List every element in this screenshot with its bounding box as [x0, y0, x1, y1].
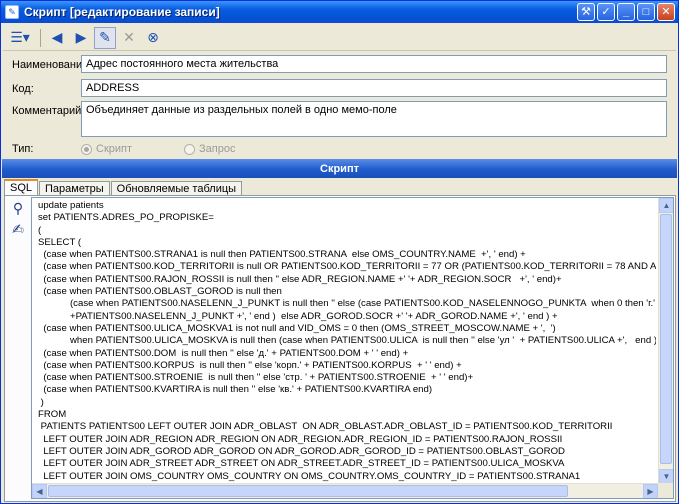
sql-editor[interactable]: update patients set PATIENTS.ADRES_PO_PRO…: [31, 197, 674, 499]
sql-line: +PATIENTS00.NASELENN_J_PUNKT +', ' end )…: [38, 310, 558, 322]
sql-line: LEFT OUTER JOIN ADR_REGION ADR_REGION ON…: [38, 433, 563, 445]
sql-line: LEFT OUTER JOIN OMS_COUNTRY OMS_COUNTRY …: [38, 470, 581, 482]
sql-line: (case when PATIENTS00.STROENIE is null t…: [38, 372, 474, 384]
radio-dot: [81, 143, 92, 155]
title-bar-buttons: ⚒ ✓ _ □ ✕: [577, 3, 675, 21]
type-radio-script[interactable]: Скрипт: [81, 143, 132, 155]
scroll-right-icon[interactable]: ▶: [643, 484, 658, 498]
type-radio-script-label: Скрипт: [96, 143, 133, 155]
sql-line: (case when PATIENTS00.NASELENN_J_PUNKT i…: [38, 298, 656, 310]
type-label: Тип:: [12, 143, 34, 155]
arrow-left-icon[interactable]: ◀: [46, 27, 68, 49]
comment-textarea[interactable]: Объединяет данные из раздельных полей в …: [81, 101, 667, 137]
sql-line: PATIENTS PATIENTS00 LEFT OUTER JOIN ADR_…: [38, 421, 613, 433]
tools-icon[interactable]: ⚒: [577, 3, 595, 21]
radio-dot: [184, 143, 195, 155]
vertical-scrollbar[interactable]: ▲ ▼: [658, 198, 673, 484]
sql-line: when PATIENTS00.ULICA_MOSKVA is null the…: [38, 335, 656, 347]
fields-menu-icon[interactable]: ☰▾: [5, 27, 35, 49]
script-section-header: Скрипт: [2, 159, 677, 178]
sql-line: ): [38, 396, 44, 408]
sql-line: FROM: [38, 409, 67, 421]
script-edit-window: ✎ Скрипт [редактирование записи] ⚒ ✓ _ □…: [0, 0, 679, 504]
window-title: Скрипт [редактирование записи]: [24, 5, 220, 19]
close-button[interactable]: ✕: [657, 3, 675, 21]
edit-pencil-icon[interactable]: ✎: [94, 26, 116, 49]
maximize-button[interactable]: □: [637, 3, 655, 21]
sql-tab-panel: ⚲ ✍ update patients set PATIENTS.ADRES_PO…: [4, 195, 676, 502]
scroll-corner: [658, 483, 673, 498]
script-icon: ✎: [5, 5, 19, 19]
scroll-up-icon[interactable]: ▲: [659, 198, 673, 213]
arrow-right-icon[interactable]: ▶: [70, 27, 92, 49]
sql-line: (case when PATIENTS00.ULICA_MOSKVA1 is n…: [38, 322, 556, 334]
delete-record-icon[interactable]: ✕: [118, 27, 140, 49]
sql-line: LEFT OUTER JOIN ADR_STREET ADR_STREET ON…: [38, 458, 565, 470]
sql-code[interactable]: update patients set PATIENTS.ADRES_PO_PRO…: [38, 200, 656, 482]
sql-line: set PATIENTS.ADRES_PO_PROPISKE=: [38, 212, 214, 224]
binoculars-icon[interactable]: ⚲: [9, 199, 27, 217]
sql-line: (case when PATIENTS00.KORPUS is null the…: [38, 359, 462, 371]
sql-line: LEFT OUTER JOIN ADR_GOROD ADR_GOROD ON A…: [38, 445, 565, 457]
cancel-record-icon[interactable]: ⊗: [142, 27, 164, 49]
sql-line: (case when PATIENTS00.RAJON_ROSSII is nu…: [38, 273, 562, 285]
title-bar[interactable]: ✎ Скрипт [редактирование записи] ⚒ ✓ _ □…: [1, 1, 678, 23]
sql-line: SELECT (: [38, 236, 82, 248]
type-radio-query[interactable]: Запрос: [184, 143, 235, 155]
tab-strip: SQL Параметры Обновляемые таблицы: [4, 179, 243, 197]
name-label: Наименование:: [12, 59, 92, 71]
sql-line: (case when PATIENTS00.KVARTIRA is null t…: [38, 384, 433, 396]
check-icon[interactable]: ✓: [597, 3, 615, 21]
sql-line: (: [38, 224, 42, 236]
toolbar: ☰▾ ◀ ▶ ✎ ✕ ⊗: [3, 25, 676, 51]
minimize-button[interactable]: _: [617, 3, 635, 21]
sql-line: (case when PATIENTS00.DOM is null then '…: [38, 347, 409, 359]
horizontal-scrollbar[interactable]: ◀ ▶: [32, 483, 658, 498]
sql-line: (case when PATIENTS00.OBLAST_GOROD is nu…: [38, 286, 282, 298]
name-input[interactable]: Адрес постоянного места жительства: [81, 55, 667, 73]
horizontal-scroll-thumb[interactable]: [48, 485, 568, 497]
scroll-down-icon[interactable]: ▼: [659, 469, 673, 484]
scroll-left-icon[interactable]: ◀: [32, 484, 47, 498]
sql-line: update patients: [38, 200, 104, 211]
sql-line: (case when PATIENTS00.STRANA1 is null th…: [38, 249, 526, 261]
sql-line: (case when PATIENTS00.KOD_TERRITORII is …: [38, 261, 656, 273]
type-radio-query-label: Запрос: [199, 143, 236, 155]
code-input[interactable]: ADDRESS: [81, 79, 667, 97]
edit-document-icon[interactable]: ✍: [9, 220, 27, 238]
toolbar-separator: [40, 28, 41, 47]
comment-label: Комментарий:: [12, 105, 85, 117]
vertical-scroll-thumb[interactable]: [660, 214, 672, 464]
code-label: Код:: [12, 83, 34, 95]
